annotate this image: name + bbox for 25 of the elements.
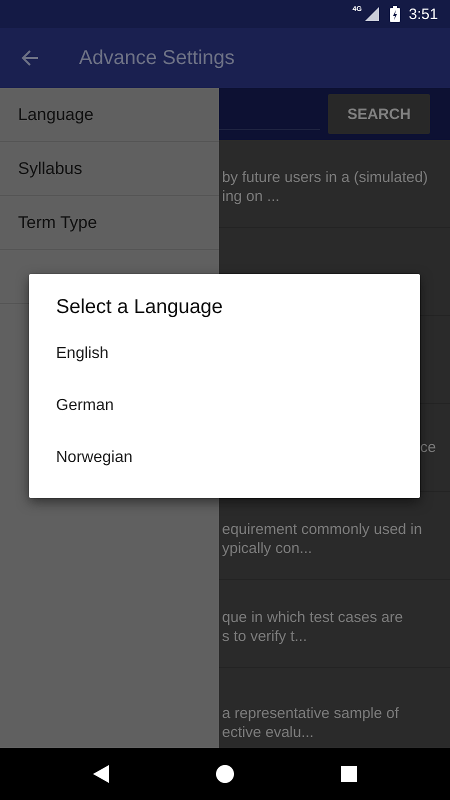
row-description: by future users in a (simulated) — [222, 168, 429, 187]
row-description: equirement commonly used in — [222, 520, 424, 539]
drawer-item[interactable]: Term Type — [0, 196, 219, 250]
screen-title: Advance Settings — [79, 46, 235, 70]
back-arrow-icon[interactable] — [20, 48, 40, 68]
language-option[interactable]: German — [56, 391, 420, 443]
row-description: ypically con... — [222, 539, 314, 558]
signal-icon — [364, 7, 379, 21]
recents-icon[interactable] — [340, 766, 357, 782]
row-description: ing on ... — [222, 187, 281, 206]
clock: 3:51 — [408, 6, 438, 22]
drawer-item[interactable]: Syllabus — [0, 142, 219, 196]
row-description: s to verify t... — [222, 627, 308, 646]
language-option[interactable]: English — [56, 339, 420, 391]
search-button[interactable]: SEARCH — [328, 94, 430, 134]
row-description: ective evalu... — [222, 723, 315, 742]
row-description: a representative sample of — [222, 704, 400, 723]
back-icon[interactable] — [93, 765, 110, 783]
dialog-title: Select a Language — [56, 296, 224, 319]
home-icon[interactable] — [216, 765, 234, 783]
row-description: ce — [420, 438, 436, 457]
language-option[interactable]: Norwegian — [56, 443, 420, 495]
row-description: que in which test cases are — [222, 608, 404, 627]
drawer-item[interactable]: Language — [0, 88, 219, 142]
battery-charging-icon — [390, 6, 400, 22]
